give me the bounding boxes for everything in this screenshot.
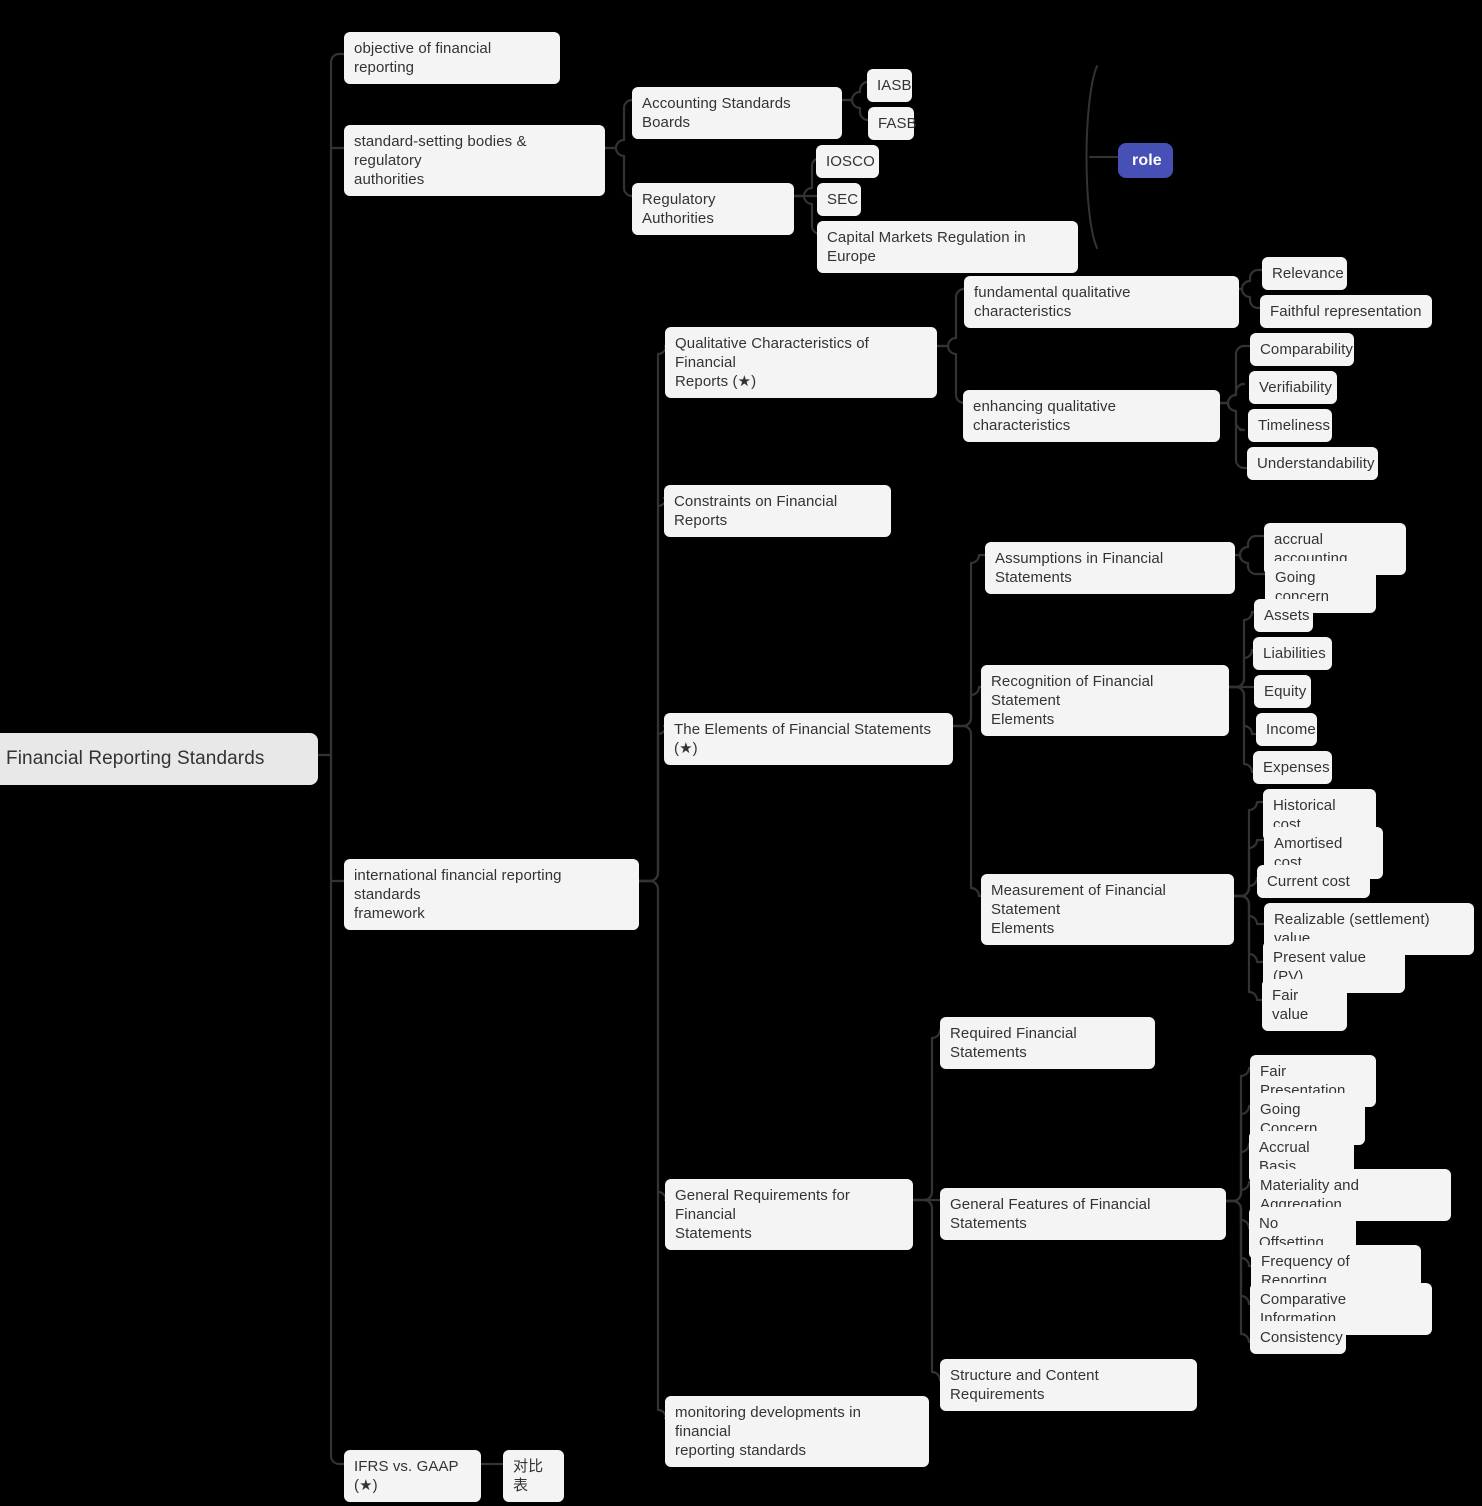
mindmap-canvas: Financial Reporting Standards objective …	[0, 0, 1482, 1506]
node-expenses[interactable]: Expenses	[1253, 751, 1332, 784]
node-qualitative-characteristics[interactable]: Qualitative Characteristics of Financial…	[665, 327, 937, 398]
node-timeliness[interactable]: Timeliness	[1248, 409, 1332, 442]
node-ifrs-framework[interactable]: international financial reporting standa…	[344, 859, 639, 930]
node-general-features-of-financial-statements[interactable]: General Features of Financial Statements	[940, 1188, 1226, 1240]
node-general-requirements-for-financial-statements[interactable]: General Requirements for Financial State…	[665, 1179, 913, 1250]
node-ifrs-vs-gaap[interactable]: IFRS vs. GAAP (★)	[344, 1450, 481, 1502]
node-regulatory-authorities[interactable]: Regulatory Authorities	[632, 183, 794, 235]
node-income[interactable]: Income	[1256, 713, 1317, 746]
node-structure-and-content-requirements[interactable]: Structure and Content Requirements	[940, 1359, 1197, 1411]
node-iosco[interactable]: IOSCO	[816, 145, 879, 178]
node-sec[interactable]: SEC	[817, 183, 861, 216]
node-comparability[interactable]: Comparability	[1250, 333, 1354, 366]
node-measurement-of-financial-statement-elements[interactable]: Measurement of Financial Statement Eleme…	[981, 874, 1234, 945]
node-assets[interactable]: Assets	[1254, 599, 1313, 632]
node-capital-markets-regulation-europe[interactable]: Capital Markets Regulation in Europe	[817, 221, 1078, 273]
node-current-cost[interactable]: Current cost	[1257, 865, 1370, 898]
node-monitoring-developments[interactable]: monitoring developments in financial rep…	[665, 1396, 929, 1467]
root-node[interactable]: Financial Reporting Standards	[0, 733, 318, 785]
node-assumptions-in-financial-statements[interactable]: Assumptions in Financial Statements	[985, 542, 1235, 594]
node-iasb[interactable]: IASB	[867, 69, 912, 102]
node-accounting-standards-boards[interactable]: Accounting Standards Boards	[632, 87, 842, 139]
node-consistency[interactable]: Consistency	[1250, 1321, 1346, 1354]
node-enhancing-qualitative-characteristics[interactable]: enhancing qualitative characteristics	[963, 390, 1220, 442]
badge-role[interactable]: role	[1118, 143, 1173, 178]
node-standard-setting-bodies[interactable]: standard-setting bodies & regulatory aut…	[344, 125, 605, 196]
node-faithful-representation[interactable]: Faithful representation	[1260, 295, 1432, 328]
node-fundamental-qualitative-characteristics[interactable]: fundamental qualitative characteristics	[964, 276, 1239, 328]
node-fasb[interactable]: FASB	[868, 107, 917, 140]
node-comparison-table[interactable]: 对比表	[503, 1450, 564, 1502]
node-recognition-of-financial-statement-elements[interactable]: Recognition of Financial Statement Eleme…	[981, 665, 1229, 736]
node-understandability[interactable]: Understandability	[1247, 447, 1378, 480]
node-required-financial-statements[interactable]: Required Financial Statements	[940, 1017, 1155, 1069]
node-constraints-on-financial-reports[interactable]: Constraints on Financial Reports	[664, 485, 891, 537]
node-objective-of-financial-reporting[interactable]: objective of financial reporting	[344, 32, 560, 84]
node-fair-value[interactable]: Fair value	[1262, 979, 1347, 1031]
node-liabilities[interactable]: Liabilities	[1253, 637, 1332, 670]
node-equity[interactable]: Equity	[1254, 675, 1311, 708]
node-elements-of-financial-statements[interactable]: The Elements of Financial Statements (★)	[664, 713, 953, 765]
node-verifiability[interactable]: Verifiability	[1249, 371, 1337, 404]
node-relevance[interactable]: Relevance	[1262, 257, 1347, 290]
